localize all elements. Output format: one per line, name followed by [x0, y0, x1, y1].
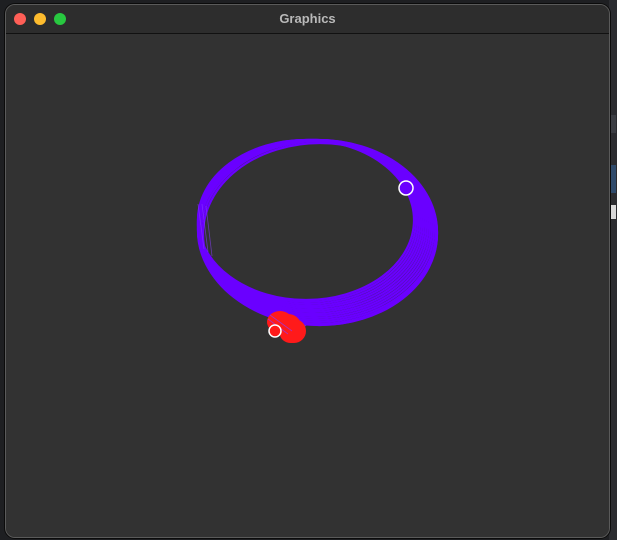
background-window-fragment	[610, 205, 616, 219]
canvas-background	[6, 34, 609, 537]
graphics-window: Graphics	[5, 4, 610, 538]
orbit-marker-upper[interactable]	[398, 180, 414, 196]
orbit-marker-lower[interactable]	[268, 324, 282, 338]
window-title: Graphics	[279, 11, 336, 26]
background-window-fragment	[610, 115, 616, 133]
graphics-canvas[interactable]	[6, 34, 610, 538]
title-bar[interactable]: Graphics	[6, 5, 609, 34]
background-window-fragment	[610, 165, 616, 193]
desktop-background	[609, 0, 617, 540]
